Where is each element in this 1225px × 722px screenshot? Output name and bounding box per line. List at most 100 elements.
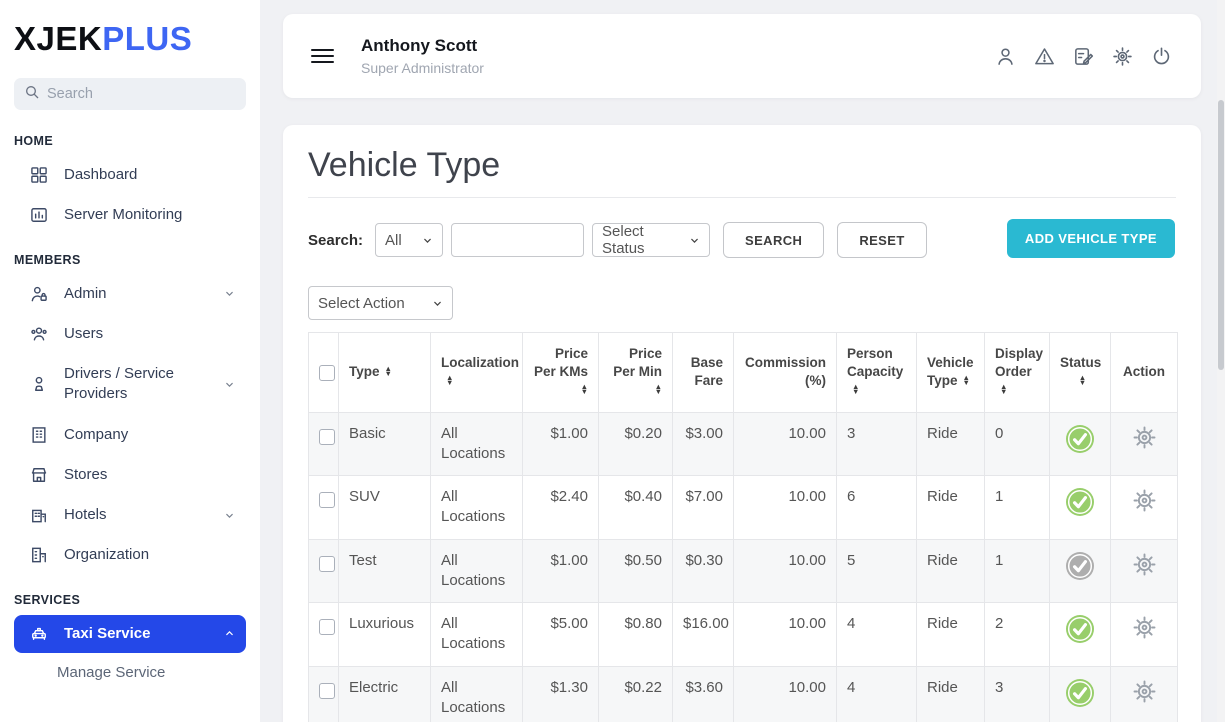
cell-commission: 10.00 [734, 476, 837, 540]
table-row: SUVAll Locations$2.40$0.40$7.0010.006Rid… [309, 476, 1178, 540]
sidebar-item-stores[interactable]: Stores [14, 456, 246, 494]
status-active-icon[interactable] [1065, 614, 1095, 644]
chevron-down-icon [422, 235, 433, 246]
status-inactive-icon[interactable] [1065, 551, 1095, 581]
cell-type: Luxurious [339, 603, 431, 667]
scrollbar-thumb[interactable] [1218, 100, 1224, 370]
search-button[interactable]: SEARCH [723, 222, 824, 258]
cell-price-per-km: $2.40 [523, 476, 599, 540]
column-header-display-order[interactable]: Display Order▲▼ [985, 333, 1050, 413]
column-header-price-per-kms[interactable]: Price Per KMs▲▼ [523, 333, 599, 413]
sidebar-search-input[interactable] [47, 86, 236, 102]
sort-icon: ▲▼ [446, 376, 453, 385]
search-field-select[interactable]: All [375, 223, 443, 257]
sidebar: XJEKPLUS HOME Dashboard Server Monitorin… [0, 0, 260, 722]
status-select[interactable]: Select Status [592, 223, 710, 257]
content-card: Vehicle Type Search: All Select Status S… [283, 125, 1201, 722]
column-header-vehicle-type[interactable]: Vehicle Type▲▼ [917, 333, 985, 413]
user-name: Anthony Scott [361, 36, 484, 56]
cell-commission: 10.00 [734, 412, 837, 476]
alert-icon[interactable] [1032, 44, 1056, 68]
bulk-action-select[interactable]: Select Action [308, 286, 453, 320]
search-keyword-input[interactable] [451, 223, 584, 257]
reset-button[interactable]: RESET [837, 222, 926, 258]
form-icon[interactable] [1071, 44, 1095, 68]
dashboard-icon [28, 165, 49, 185]
page-scrollbar[interactable] [1217, 0, 1225, 722]
settings-icon[interactable] [1110, 44, 1134, 68]
sidebar-search[interactable] [14, 78, 246, 110]
cell-action [1111, 666, 1178, 722]
cell-action [1111, 476, 1178, 540]
sidebar-item-manage-service[interactable]: Manage Service [0, 655, 260, 690]
cell-price-per-min: $0.20 [599, 412, 673, 476]
menu-toggle-icon[interactable] [311, 45, 334, 67]
server-monitoring-icon [28, 205, 49, 225]
select-all-cell [309, 333, 339, 413]
status-active-icon[interactable] [1065, 424, 1095, 454]
sidebar-item-users[interactable]: Users [14, 315, 246, 353]
row-checkbox[interactable] [319, 556, 335, 572]
sidebar-item-company[interactable]: Company [14, 416, 246, 454]
sidebar-item-admin[interactable]: Admin [14, 275, 246, 313]
column-header-person-capacity[interactable]: Person Capacity▲▼ [837, 333, 917, 413]
column-header-status[interactable]: Status▲▼ [1050, 333, 1111, 413]
sidebar-item-organization[interactable]: Organization [14, 536, 246, 574]
sidebar-item-dashboard[interactable]: Dashboard [14, 156, 246, 194]
select-all-checkbox[interactable] [319, 365, 335, 381]
cell-commission: 10.00 [734, 666, 837, 722]
row-checkbox[interactable] [319, 683, 335, 699]
power-icon[interactable] [1149, 44, 1173, 68]
row-checkbox[interactable] [319, 492, 335, 508]
column-header-type[interactable]: Type▲▼ [339, 333, 431, 413]
title-divider [308, 197, 1176, 198]
cell-type: Electric [339, 666, 431, 722]
app-logo: XJEKPLUS [0, 0, 260, 72]
status-active-icon[interactable] [1065, 487, 1095, 517]
status-active-icon[interactable] [1065, 678, 1095, 708]
table-row: TestAll Locations$1.00$0.50$0.3010.005Ri… [309, 539, 1178, 603]
action-gear-icon[interactable] [1131, 551, 1158, 578]
cell-base-fare: $3.60 [673, 666, 734, 722]
sidebar-item-taxi-service[interactable]: Taxi Service [14, 615, 246, 653]
cell-price-per-min: $0.22 [599, 666, 673, 722]
cell-status [1050, 666, 1111, 722]
cell-display-order: 1 [985, 476, 1050, 540]
action-gear-icon[interactable] [1131, 678, 1158, 705]
column-header-localization[interactable]: Localization▲▼ [431, 333, 523, 413]
action-gear-icon[interactable] [1131, 424, 1158, 451]
cell-price-per-km: $1.00 [523, 539, 599, 603]
sidebar-item-server-monitoring[interactable]: Server Monitoring [14, 196, 246, 234]
sidebar-item-hotels[interactable]: Hotels [14, 496, 246, 534]
cell-price-per-min: $0.80 [599, 603, 673, 667]
admin-icon [28, 284, 49, 304]
row-checkbox[interactable] [319, 429, 335, 445]
column-header-price-per-min[interactable]: Price Per Min▲▼ [599, 333, 673, 413]
action-gear-icon[interactable] [1131, 614, 1158, 641]
cell-display-order: 1 [985, 539, 1050, 603]
user-role: Super Administrator [361, 60, 484, 76]
logo-text-black: XJEK [14, 20, 102, 57]
cell-type: SUV [339, 476, 431, 540]
add-vehicle-type-button[interactable]: ADD VEHICLE TYPE [1007, 219, 1175, 258]
page-title: Vehicle Type [308, 141, 1176, 189]
cell-localization: All Locations [431, 666, 523, 722]
cell-checkbox [309, 476, 339, 540]
user-info: Anthony Scott Super Administrator [361, 36, 484, 76]
sort-icon: ▲▼ [963, 376, 970, 385]
cell-status [1050, 539, 1111, 603]
vehicle-type-table: Type▲▼Localization▲▼Price Per KMs▲▼Price… [308, 332, 1178, 722]
cell-localization: All Locations [431, 539, 523, 603]
table-row: ElectricAll Locations$1.30$0.22$3.6010.0… [309, 666, 1178, 722]
profile-icon[interactable] [993, 44, 1017, 68]
sidebar-item-drivers-service-providers[interactable]: Drivers / Service Providers [14, 355, 246, 414]
cell-price-per-min: $0.50 [599, 539, 673, 603]
cell-commission: 10.00 [734, 603, 837, 667]
search-label: Search: [308, 232, 363, 249]
hotel-icon [28, 505, 49, 525]
row-checkbox[interactable] [319, 619, 335, 635]
cell-vehicle-type: Ride [917, 412, 985, 476]
action-gear-icon[interactable] [1131, 487, 1158, 514]
cell-localization: All Locations [431, 412, 523, 476]
cell-person-capacity: 3 [837, 412, 917, 476]
